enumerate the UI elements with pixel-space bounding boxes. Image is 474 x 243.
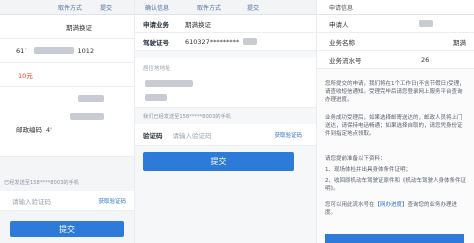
notice-item-1: 1、现场体检并出具身体条件证明； <box>325 167 412 173</box>
info-header: 申请信息 <box>317 0 474 15</box>
license-label: 驾驶证号 <box>143 38 169 47</box>
business-type-label: 申请业务 <box>143 20 169 29</box>
notice-prepare: 请您提前准备以下资料： <box>325 156 386 162</box>
notice-item-2: 2、收回原机动车驾驶证原件和《机动车驾驶人身体条件证明》。 <box>325 178 467 192</box>
progress-query-prefix: 您可以用此流水号在 <box>325 202 375 208</box>
tab-confirm-info[interactable]: 确认信息 <box>145 3 169 12</box>
screenshot-stage: 取件方式 提交 期满换证 61˙ 1012 10元 邮政编码 4' 已经发送至1… <box>0 0 474 243</box>
mobile-screen-left: 取件方式 提交 期满换证 61˙ 1012 10元 邮政编码 4' 已经发送至1… <box>0 0 134 243</box>
verify-code-input[interactable]: 请输入验证码 <box>173 130 212 140</box>
tab-submit[interactable]: 提交 <box>247 3 259 12</box>
applicant-label: 申请人 <box>329 20 349 29</box>
fee-row: 10元 <box>0 63 134 87</box>
mobile-screen-middle: 确认信息 取件方式 提交 申请业务 期满换证 驾驶证号 610327******… <box>135 0 316 243</box>
step-tabs: 确认信息 取件方式 提交 <box>135 0 316 15</box>
tab-pickup-method[interactable]: 取件方式 <box>197 3 221 12</box>
get-code-button[interactable]: 获取验证码 <box>98 197 126 205</box>
business-name: 期满换证 <box>66 23 92 32</box>
business-type-value: 期满换证 <box>185 20 211 29</box>
progress-query-line: 您可以用此流水号在【网办进度】查询您的业务办理进度。 <box>325 201 466 217</box>
address-row: 居住地地址 <box>135 58 316 108</box>
verify-code-label: 验证码 <box>143 131 163 140</box>
cert-row: 61˙ 1012 <box>0 39 134 63</box>
serial-label: 业务流水号 <box>329 56 362 65</box>
tab-submit[interactable]: 提交 <box>100 3 112 12</box>
cert-number-tail: 1012 <box>77 46 95 55</box>
masked-value <box>145 94 167 101</box>
masked-value <box>145 80 193 87</box>
verify-code-input[interactable]: 请输入验证码 <box>12 196 51 206</box>
address-label: 居住地地址 <box>143 66 171 72</box>
sms-notice: 已经发送至158****8003的手机 <box>4 180 79 186</box>
license-row: 驾驶证号 610327********* <box>135 33 316 51</box>
masked-value <box>243 38 258 45</box>
business-row: 业务名称 期满 <box>317 33 474 51</box>
postal-code-label: 邮政编码 <box>16 126 42 134</box>
sms-notice: 我们已经发送至158*****8003的手机 <box>143 114 231 120</box>
masked-value <box>33 47 74 54</box>
masked-value <box>70 113 104 120</box>
submit-button[interactable]: 提交 <box>143 152 294 171</box>
step-tabs: 取件方式 提交 <box>0 0 134 15</box>
business-label: 业务名称 <box>329 38 355 47</box>
verify-code-row: 验证码 请输入验证码 获取验证码 <box>135 124 316 146</box>
bottom-bar <box>325 234 464 243</box>
progress-query-link[interactable]: 【网办进度】 <box>375 202 408 208</box>
business-type-row: 申请业务 期满换证 <box>135 15 316 33</box>
serial-value: 26 <box>421 55 430 64</box>
postal-row: 邮政编码 4' <box>0 87 134 157</box>
fee-value: 10元 <box>18 71 33 80</box>
mobile-screen-right: 申请信息 申请人 业务名称 期满 业务流水号 26 您所提交的申请，我们将在1个… <box>317 0 474 243</box>
postal-code-value: 4' <box>46 126 52 134</box>
cert-number-prefix: 61˙ <box>16 46 28 55</box>
license-value: 610327********* <box>185 37 240 46</box>
notice-delivery: 业务成功受理后，如果选择邮寄送达的，邮政人员将上门送达，请保持电话畅通；如果选择… <box>325 115 463 137</box>
get-code-button[interactable]: 获取验证码 <box>274 131 302 139</box>
business-row: 期满换证 <box>0 15 134 39</box>
masked-value <box>419 20 433 27</box>
serial-row: 业务流水号 26 <box>317 51 474 69</box>
applicant-row: 申请人 <box>317 15 474 33</box>
masked-value <box>78 95 104 102</box>
tab-pickup-method[interactable]: 取件方式 <box>58 3 82 12</box>
info-header-title: 申请信息 <box>329 4 354 12</box>
business-value: 期满 <box>453 38 466 47</box>
submit-button[interactable]: 提交 <box>10 221 124 237</box>
verify-code-row: 请输入验证码 获取验证码 <box>0 191 134 211</box>
notice-accepted: 您所提交的申请，我们将在1个工作日(不含节假日)受理，请查收短信通知。受理完毕后… <box>325 81 465 103</box>
